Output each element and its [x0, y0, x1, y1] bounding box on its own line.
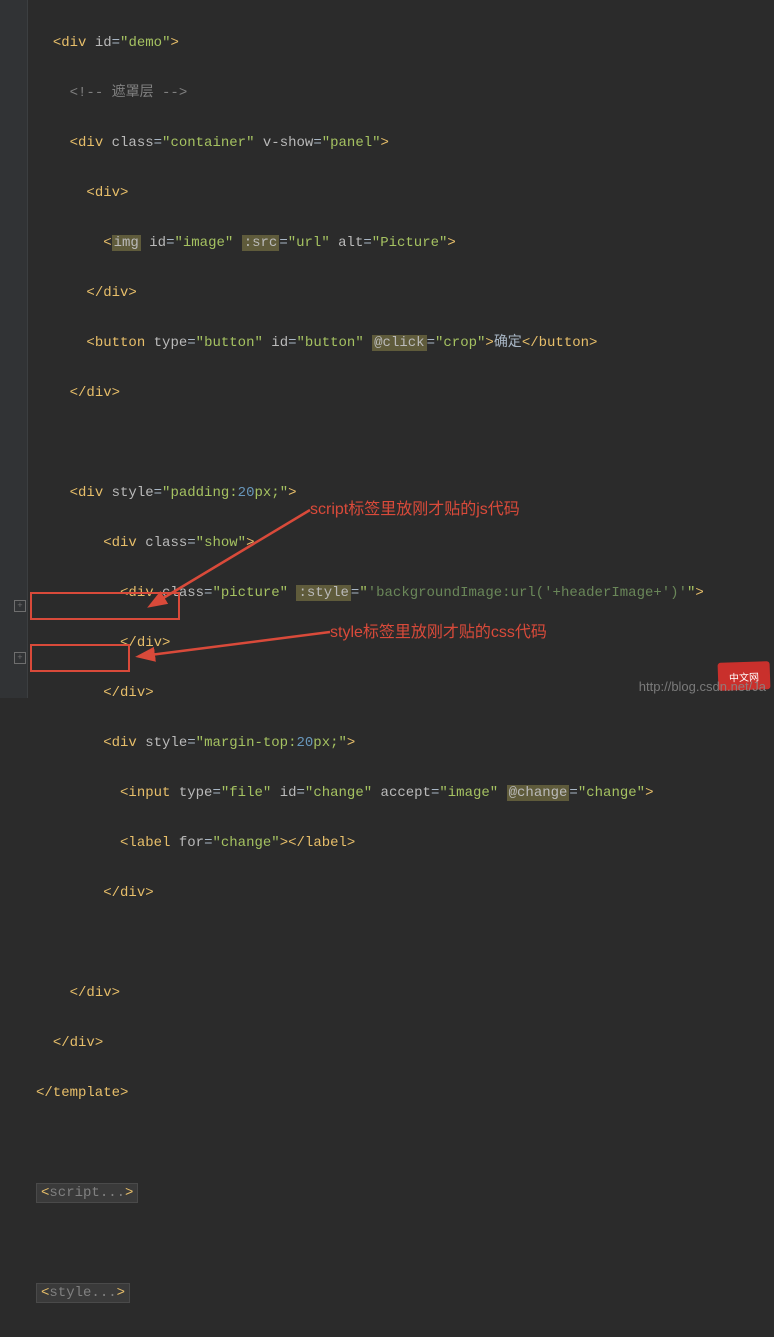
gutter [0, 0, 28, 698]
code-line: </div> [36, 1031, 768, 1056]
code-line: </div> [36, 881, 768, 906]
code-line: <label for="change"></label> [36, 831, 768, 856]
code-line: <div id="demo"> [36, 31, 768, 56]
code-line: </div> [36, 981, 768, 1006]
code-line: <div class="show"> [36, 531, 768, 556]
code-line: <div class="container" v-show="panel"> [36, 131, 768, 156]
annotation-box-style [30, 644, 130, 672]
folded-style-line[interactable]: <style...> [36, 1281, 768, 1306]
annotation-text-script: script标签里放刚才贴的js代码 [310, 495, 520, 519]
code-line [36, 1131, 768, 1156]
fold-expand-icon[interactable]: + [14, 600, 26, 612]
fold-expand-icon[interactable]: + [14, 652, 26, 664]
code-line: <div> [36, 181, 768, 206]
code-line: </div> [36, 281, 768, 306]
code-line [36, 1231, 768, 1256]
code-line: <button type="button" id="button" @click… [36, 331, 768, 356]
folded-script-line[interactable]: <script...> [36, 1181, 768, 1206]
annotation-box-script [30, 592, 180, 620]
code-line: </template> [36, 1081, 768, 1106]
code-line: <!-- 遮罩层 --> [36, 81, 768, 106]
code-line: </div> [36, 381, 768, 406]
code-line: <img id="image" :src="url" alt="Picture"… [36, 231, 768, 256]
code-line [36, 931, 768, 956]
code-line [36, 431, 768, 456]
annotation-text-style: style标签里放刚才贴的css代码 [330, 618, 547, 642]
code-line: <input type="file" id="change" accept="i… [36, 781, 768, 806]
watermark-text: http://blog.csdn.net/Ja [639, 679, 766, 694]
code-line: <div style="margin-top:20px;"> [36, 731, 768, 756]
code-editor[interactable]: <div id="demo"> <!-- 遮罩层 --> <div class=… [30, 0, 774, 1337]
